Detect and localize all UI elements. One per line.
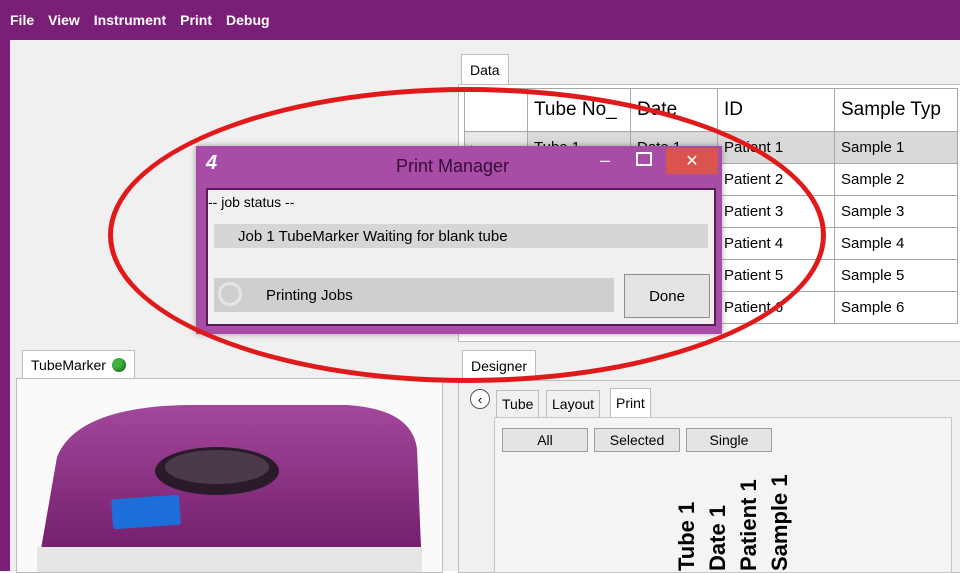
job-status-text: Job 1 TubeMarker Waiting for blank tube [238,228,508,245]
printing-status-text: Printing Jobs [266,287,353,304]
column-header-tube[interactable]: Tube No_ [527,88,631,132]
grid-header-row: Tube No_ Date ID Sample Typ [464,88,958,132]
tab-tubemarker-label: TubeMarker [31,357,106,373]
dialog-body: -- job status -- Job 1 TubeMarker Waitin… [206,188,716,326]
dialog-title: Print Manager [396,156,510,176]
label-preview-patient: Patient 1 [736,479,761,571]
cell-id[interactable]: Patient 6 [717,291,835,324]
dialog-titlebar[interactable]: 4 Print Manager – ✕ [196,146,722,184]
menu-instrument[interactable]: Instrument [94,12,166,28]
tab-data[interactable]: Data [461,54,509,85]
cell-sample[interactable]: Sample 1 [834,131,958,164]
done-button[interactable]: Done [624,274,710,318]
print-single-button[interactable]: Single [686,428,772,452]
job-status-group-label: -- job status -- [208,194,295,210]
minimize-icon[interactable]: – [600,150,610,171]
tab-data-label: Data [470,62,500,78]
cell-id[interactable]: Patient 2 [717,163,835,196]
label-preview-date: Date 1 [705,504,730,571]
label-preview-tube: Tube 1 [674,501,699,571]
cell-sample[interactable]: Sample 2 [834,163,958,196]
cell-sample[interactable]: Sample 4 [834,227,958,260]
cell-sample[interactable]: Sample 6 [834,291,958,324]
subtab-tube-label: Tube [502,396,534,412]
tubemarker-device-icon: ​ [17,379,442,572]
subtab-tube[interactable]: Tube [496,390,540,417]
print-selected-button[interactable]: Selected [594,428,680,452]
app-window: File View Instrument Print Debug Data Tu… [0,0,960,573]
subtab-layout[interactable]: Layout [546,390,601,417]
subtab-print-label: Print [616,395,645,411]
subtab-print[interactable]: Print [610,388,651,417]
cell-id[interactable]: Patient 4 [717,227,835,260]
menu-debug[interactable]: Debug [226,12,270,28]
tab-designer[interactable]: Designer [462,350,537,381]
tab-designer-label: Designer [471,358,528,374]
back-arrow-icon[interactable]: ‹ [470,389,490,409]
cell-id[interactable]: Patient 3 [717,195,835,228]
cell-sample[interactable]: Sample 3 [834,195,958,228]
column-header-sample[interactable]: Sample Typ [834,88,958,132]
status-indicator-icon [111,358,126,372]
app-logo-icon: 4 [206,152,218,174]
spinner-icon [218,282,242,306]
close-icon[interactable]: ✕ [666,148,718,174]
job-list-item[interactable]: Job 1 TubeMarker Waiting for blank tube [214,224,708,248]
cell-id[interactable]: Patient 5 [717,259,835,292]
cell-id[interactable]: Patient 1 [717,131,835,164]
cell-sample[interactable]: Sample 5 [834,259,958,292]
menu-bar: File View Instrument Print Debug [10,0,960,40]
maximize-icon[interactable] [636,152,652,166]
menu-file[interactable]: File [10,12,34,28]
tab-tubemarker[interactable]: TubeMarker [22,350,135,379]
subtab-layout-label: Layout [552,396,595,412]
column-header-date[interactable]: Date [630,88,718,132]
label-preview-sample: Sample 1 [767,474,792,571]
device-image-panel: ​ [16,378,443,573]
print-manager-dialog: 4 Print Manager – ✕ -- job status -- Job… [196,146,722,334]
menu-print[interactable]: Print [180,12,212,28]
printing-status-bar: Printing Jobs [214,278,614,312]
column-header-id[interactable]: ID [717,88,835,132]
grid-corner [464,88,528,132]
menu-view[interactable]: View [48,12,80,28]
print-all-button[interactable]: All [502,428,588,452]
